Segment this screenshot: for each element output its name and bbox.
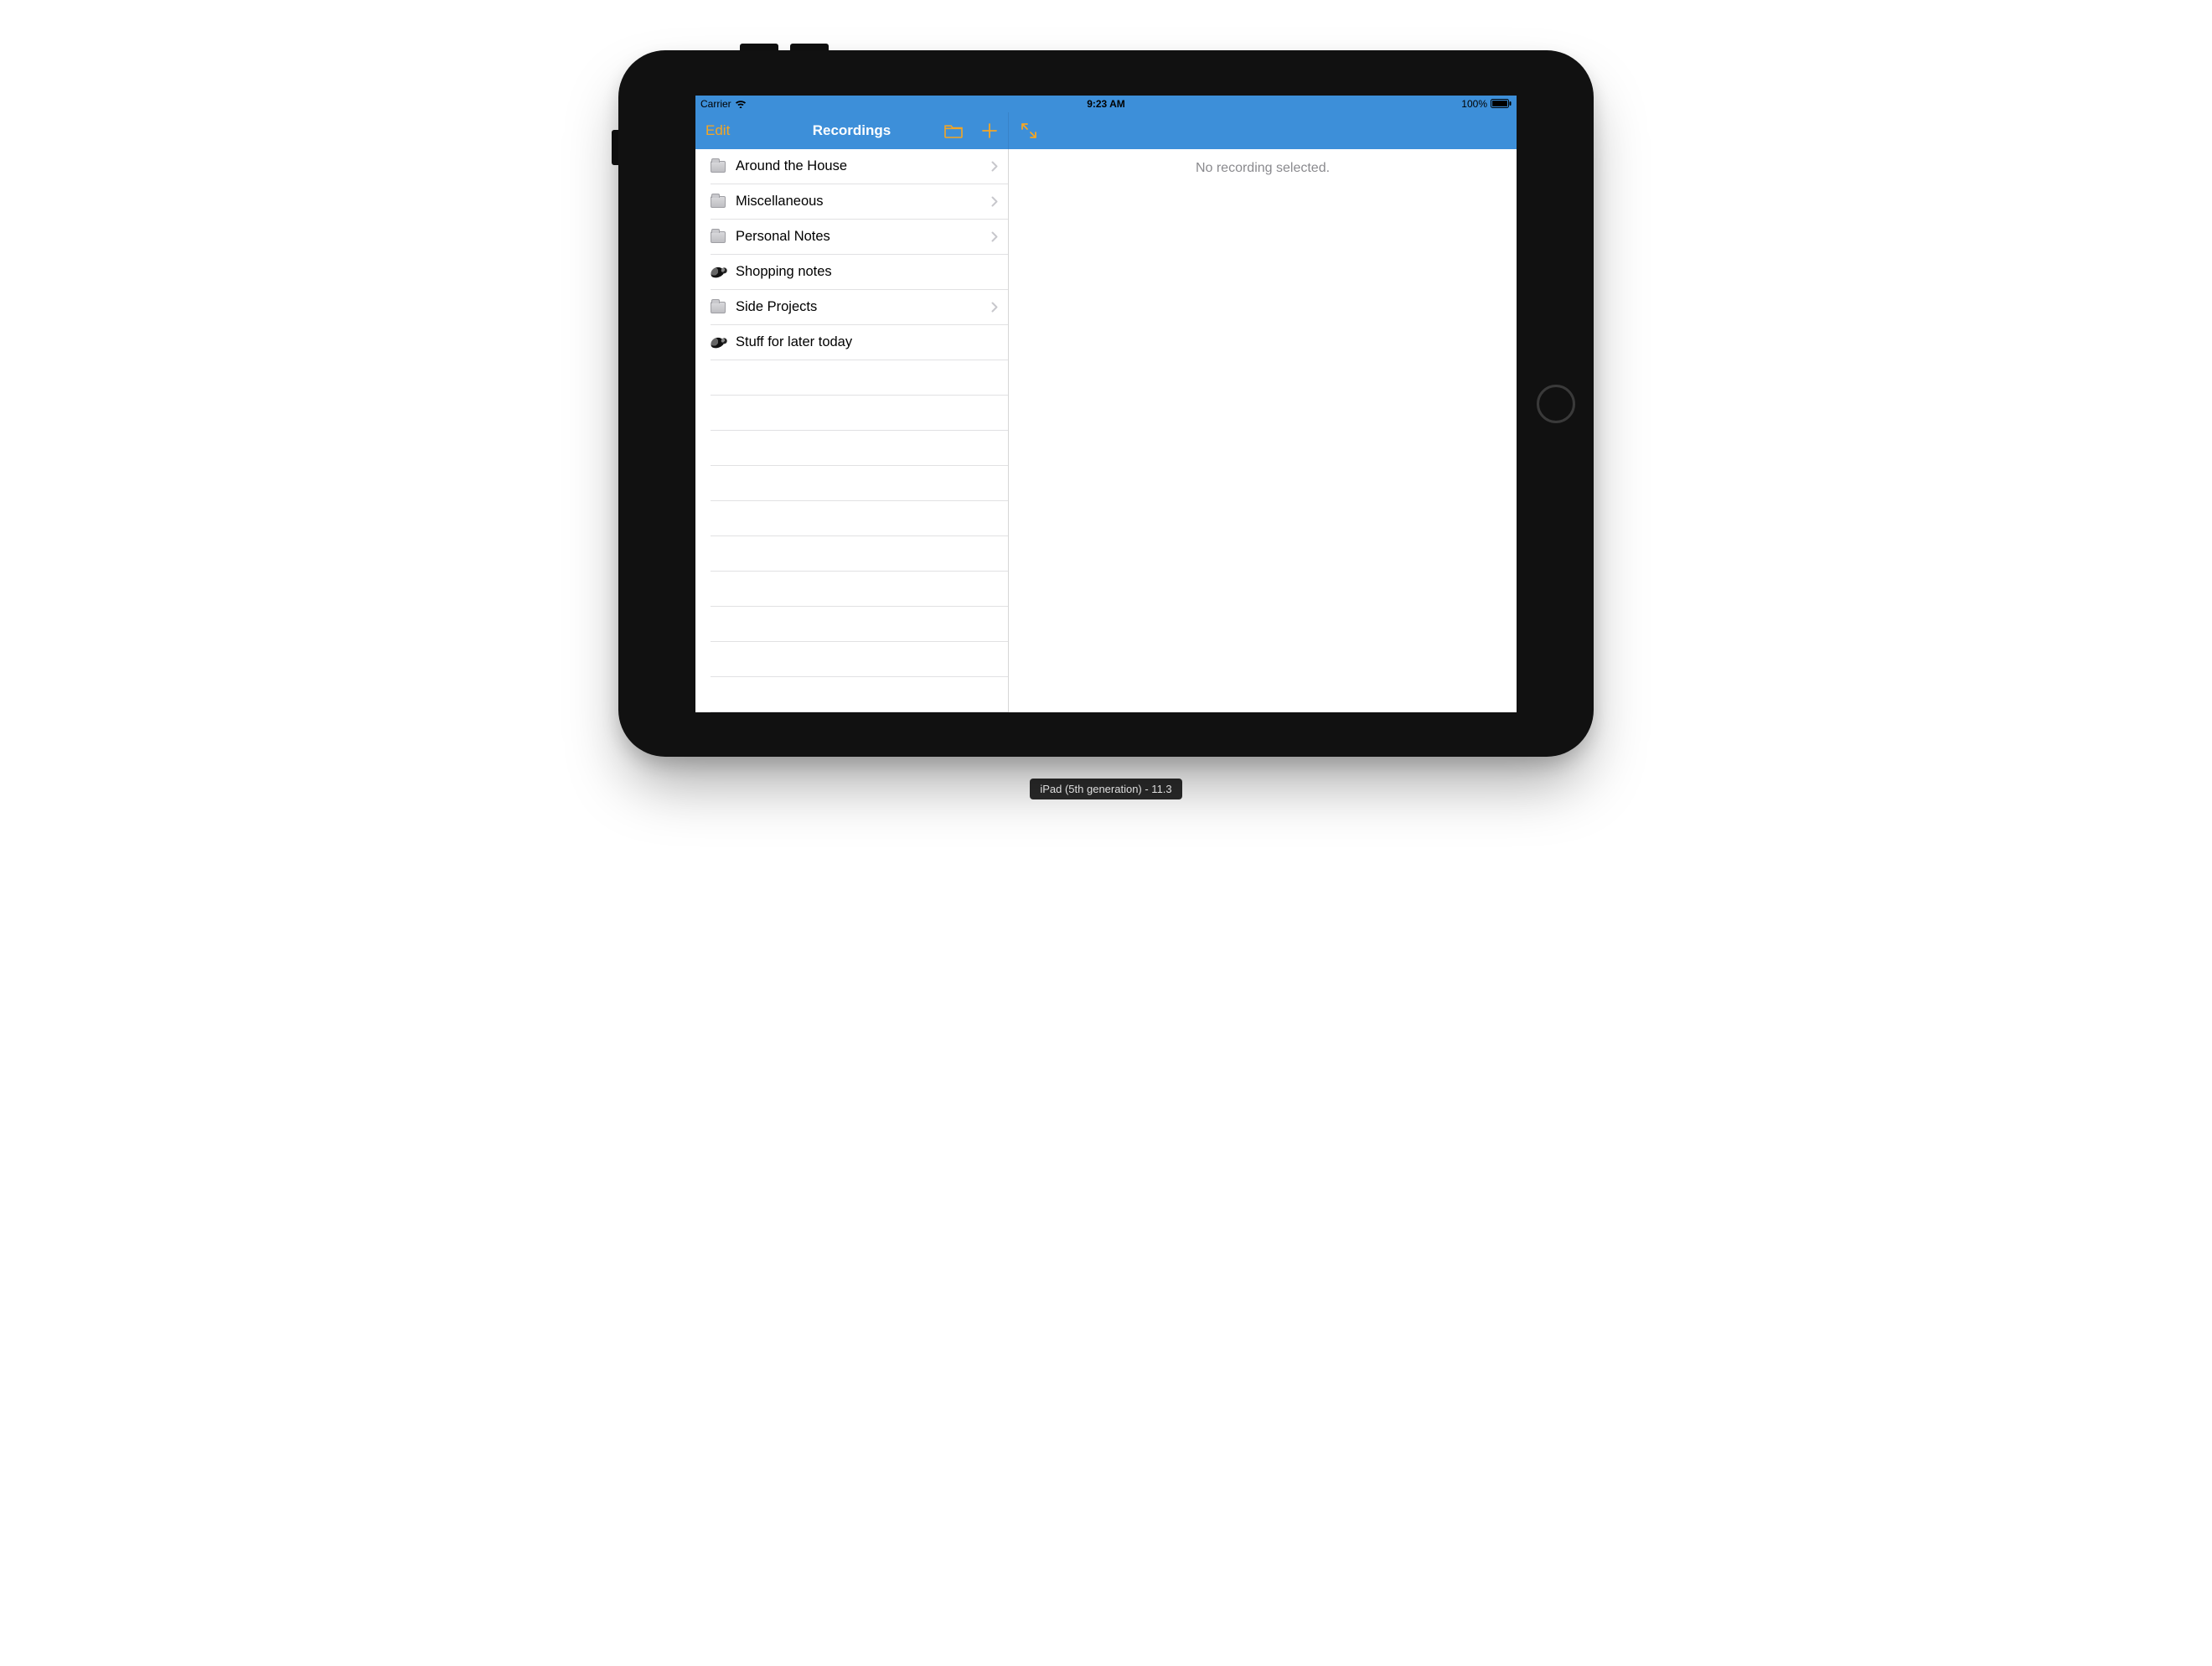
chevron-right-icon: [991, 302, 998, 313]
ipad-device-frame: Carrier 9:23 AM 100% Edit Recordings: [618, 50, 1594, 757]
battery-icon: [1491, 99, 1512, 108]
detail-empty-label: No recording selected.: [1009, 149, 1517, 176]
detail-navbar: [1009, 112, 1517, 149]
battery-percent-label: 100%: [1461, 98, 1487, 110]
row-label: Personal Notes: [736, 229, 830, 245]
list-row[interactable]: Personal Notes: [695, 220, 1008, 255]
empty-row: [695, 677, 1008, 712]
row-label: Stuff for later today: [736, 334, 852, 350]
edit-button[interactable]: Edit: [705, 122, 730, 139]
empty-row: [695, 536, 1008, 572]
list-row[interactable]: Side Projects: [695, 290, 1008, 325]
plus-icon: [981, 122, 998, 139]
detail-pane: No recording selected.: [1009, 149, 1517, 712]
row-label: Side Projects: [736, 299, 817, 315]
wifi-icon: [735, 99, 747, 108]
folder-icon: [711, 231, 729, 243]
lock-button: [612, 130, 618, 165]
screen: Carrier 9:23 AM 100% Edit Recordings: [695, 96, 1517, 712]
empty-row: [695, 572, 1008, 607]
recording-icon: [711, 338, 729, 348]
empty-row: [695, 396, 1008, 431]
add-button[interactable]: [981, 122, 998, 139]
empty-row: [695, 466, 1008, 501]
master-title: Recordings: [813, 122, 892, 139]
simulator-caption: iPad (5th generation) - 11.3: [1030, 779, 1181, 799]
empty-row: [695, 431, 1008, 466]
empty-row: [695, 607, 1008, 642]
folder-icon: [944, 123, 963, 138]
list-row[interactable]: Stuff for later today: [695, 325, 1008, 360]
row-label: Around the House: [736, 158, 847, 174]
volume-down-button: [790, 44, 829, 50]
split-view: Around the House Miscellaneous Personal No…: [695, 149, 1517, 712]
list-row[interactable]: Miscellaneous: [695, 184, 1008, 220]
expand-arrows-icon: [1021, 122, 1037, 139]
carrier-label: Carrier: [700, 98, 731, 110]
new-folder-button[interactable]: [944, 123, 963, 138]
status-bar: Carrier 9:23 AM 100%: [695, 96, 1517, 112]
chevron-right-icon: [991, 161, 998, 172]
home-button[interactable]: [1537, 385, 1575, 423]
empty-row: [695, 501, 1008, 536]
row-label: Shopping notes: [736, 264, 832, 280]
clock-label: 9:23 AM: [1087, 98, 1125, 110]
row-label: Miscellaneous: [736, 194, 824, 210]
expand-button[interactable]: [1021, 122, 1037, 139]
chevron-right-icon: [991, 196, 998, 207]
folder-icon: [711, 196, 729, 208]
empty-row: [695, 360, 1008, 396]
navigation-bars: Edit Recordings: [695, 112, 1517, 149]
master-list[interactable]: Around the House Miscellaneous Personal No…: [695, 149, 1009, 712]
folder-icon: [711, 161, 729, 173]
folder-icon: [711, 302, 729, 313]
empty-row: [695, 642, 1008, 677]
volume-up-button: [740, 44, 778, 50]
chevron-right-icon: [991, 231, 998, 242]
master-navbar: Edit Recordings: [695, 112, 1009, 149]
recording-icon: [711, 267, 729, 277]
list-row[interactable]: Around the House: [695, 149, 1008, 184]
list-row[interactable]: Shopping notes: [695, 255, 1008, 290]
